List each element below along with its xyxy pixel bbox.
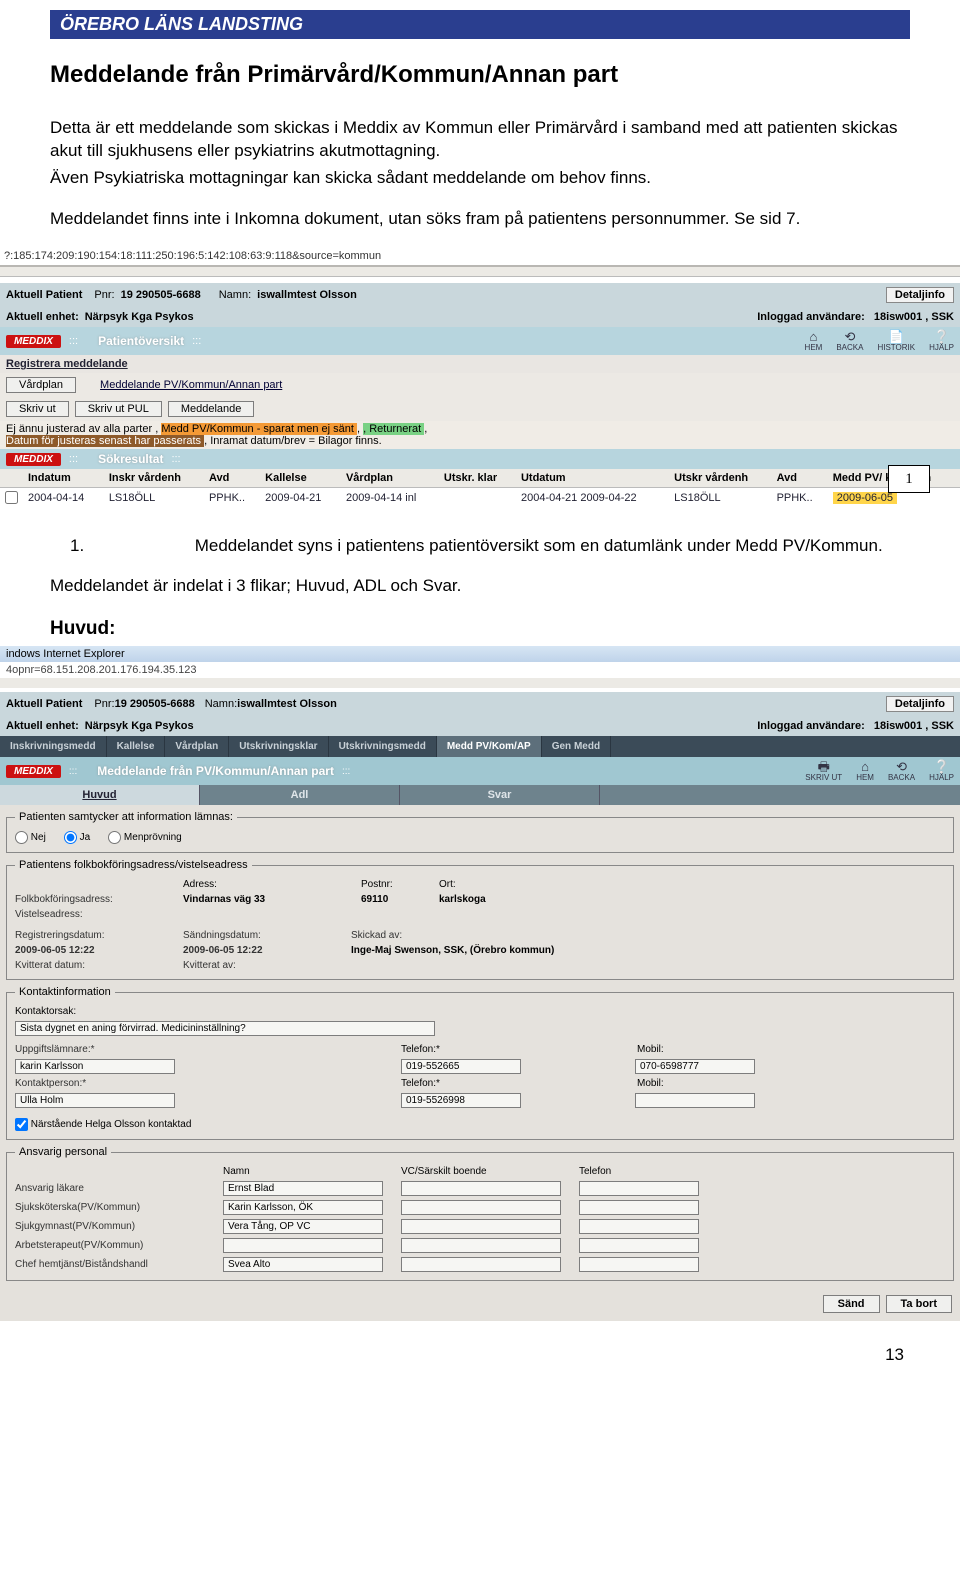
meddix-header-2: MEDDIX ::: Meddelande från PV/Kommun/Ann…: [0, 757, 960, 785]
detail-info-button-2[interactable]: Detaljinfo: [886, 696, 954, 712]
tel2-input[interactable]: 019-5526998: [401, 1093, 521, 1108]
meddelande-button[interactable]: Meddelande: [168, 401, 255, 417]
tel1-input[interactable]: 019-552665: [401, 1059, 521, 1074]
tab-vardplan[interactable]: Vårdplan: [165, 736, 229, 757]
screenshot-huvud-tab: indows Internet Explorer 4opnr=68.151.20…: [0, 646, 960, 1321]
patient-bar-2: Aktuell Patient Pnr: 19 290505-6688 Namn…: [0, 692, 960, 716]
delete-button[interactable]: Ta bort: [886, 1295, 952, 1313]
ansv-lakare-input[interactable]: Ernst Blad: [223, 1181, 383, 1196]
tab-kallelse[interactable]: Kallelse: [107, 736, 166, 757]
home-icon-2[interactable]: ⌂HEM: [856, 760, 874, 782]
medd-pv-date-link[interactable]: 2009-06-05: [833, 492, 897, 504]
radio-ja[interactable]: Ja: [64, 831, 90, 844]
back-icon[interactable]: ⟲BACKA: [836, 330, 863, 352]
tabs-info: Meddelandet är indelat i 3 flikar; Huvud…: [50, 576, 910, 596]
sjuksk-input[interactable]: Karin Karlsson, ÖK: [223, 1200, 383, 1215]
print-button[interactable]: Skriv ut: [6, 401, 69, 417]
send-button[interactable]: Sänd: [823, 1295, 880, 1313]
sub-tabs: Huvud Adl Svar: [0, 785, 960, 805]
personnel-fieldset: Ansvarig personal Namn VC/Särskilt boend…: [6, 1146, 954, 1281]
window-title: indows Internet Explorer: [0, 646, 960, 662]
patient-bar: Aktuell Patient Pnr: 19 290505-6688 Namn…: [0, 283, 960, 307]
address-fieldset: Patientens folkbokföringsadress/vistelse…: [6, 859, 954, 980]
mob1-input[interactable]: 070-6598777: [635, 1059, 755, 1074]
table-row[interactable]: 2004-04-14 LS18ÖLL PPHK.. 2009-04-21 200…: [0, 488, 960, 508]
help-icon-2[interactable]: ❔HJÄLP: [929, 760, 954, 782]
address-bar: ?:185:174:209:190:154:18:111:250:196:5:1…: [0, 247, 960, 267]
contact-fieldset: Kontaktinformation Kontaktorsak: Sista d…: [6, 986, 954, 1140]
history-icon[interactable]: 📄HISTORIK: [877, 330, 915, 352]
sjukgym-input[interactable]: Vera Tång, OP VC: [223, 1219, 383, 1234]
arbetster-input[interactable]: [223, 1238, 383, 1253]
upplamn-input[interactable]: karin Karlsson: [15, 1059, 175, 1074]
print-icon[interactable]: 🖶SKRIV UT: [805, 760, 842, 782]
address-bar-2: 4opnr=68.151.208.201.176.194.35.123: [0, 662, 960, 678]
tab-utskrivningsklar[interactable]: Utskrivningsklar: [229, 736, 328, 757]
subtab-svar[interactable]: Svar: [400, 785, 600, 805]
meddix-header: MEDDIX ::: Patientöversikt ::: ⌂HEM ⟲BAC…: [0, 327, 960, 355]
screenshot-patient-overview: ?:185:174:209:190:154:18:111:250:196:5:1…: [0, 247, 960, 507]
para-3: Meddelandet finns inte i Inkomna dokumen…: [50, 208, 910, 231]
subtab-huvud[interactable]: Huvud: [0, 785, 200, 805]
tab-medd-pv-kom[interactable]: Medd PV/Kom/AP: [437, 736, 542, 757]
row-checkbox[interactable]: [5, 491, 18, 504]
consent-fieldset: Patienten samtycker att information lämn…: [6, 811, 954, 853]
home-icon[interactable]: ⌂HEM: [805, 330, 823, 352]
org-banner: ÖREBRO LÄNS LANDSTING: [50, 10, 910, 39]
subtab-adl[interactable]: Adl: [200, 785, 400, 805]
huvud-heading: Huvud:: [50, 618, 960, 640]
tab-gen-medd[interactable]: Gen Medd: [542, 736, 611, 757]
detail-info-button[interactable]: Detaljinfo: [886, 287, 954, 303]
sokresultat-bar: MEDDIX ::: Sökresultat :::: [0, 449, 960, 469]
main-tabs: Inskrivningsmedd Kallelse Vårdplan Utskr…: [0, 736, 960, 757]
register-message-link[interactable]: Registrera meddelande: [6, 358, 128, 370]
list-num-1: 1.: [70, 535, 190, 558]
unit-bar-2: Aktuell enhet: Närpsyk Kga Psykos Inlogg…: [0, 716, 960, 736]
meddix-logo: MEDDIX: [6, 335, 61, 348]
results-table: Indatum Inskr vårdenh Avd Kallelse Vårdp…: [0, 469, 960, 507]
kontaktorsak-input[interactable]: Sista dygnet en aning förvirrad. Medicin…: [15, 1021, 435, 1036]
mob2-input[interactable]: [635, 1093, 755, 1108]
help-icon[interactable]: ❔HJÄLP: [929, 330, 954, 352]
back-icon-2[interactable]: ⟲BACKA: [888, 760, 915, 782]
callout-1: 1: [888, 465, 930, 493]
chef-input[interactable]: Svea Alto: [223, 1257, 383, 1272]
radio-men[interactable]: Menprövning: [108, 831, 182, 844]
list-text-1: Meddelandet syns i patientens patientöve…: [195, 536, 883, 555]
tab-utskrivningsmedd[interactable]: Utskrivningsmedd: [329, 736, 437, 757]
radio-nej[interactable]: Nej: [15, 831, 46, 844]
para-2: Även Psykiatriska mottagningar kan skick…: [50, 167, 910, 190]
tab-inskrivningsmedd[interactable]: Inskrivningsmedd: [0, 736, 107, 757]
page-number: 13: [0, 1321, 960, 1375]
page-title: Meddelande från Primärvård/Kommun/Annan …: [50, 59, 910, 91]
unit-bar: Aktuell enhet: Närpsyk Kga Psykos Inlogg…: [0, 307, 960, 327]
narstaende-checkbox[interactable]: Närstående Helga Olsson kontaktad: [15, 1118, 191, 1131]
print-pul-button[interactable]: Skriv ut PUL: [75, 401, 162, 417]
vardplan-button[interactable]: Vårdplan: [6, 377, 76, 393]
meddelande-pv-link[interactable]: Meddelande PV/Kommun/Annan part: [100, 379, 282, 391]
kontp-input[interactable]: Ulla Holm: [15, 1093, 175, 1108]
para-1: Detta är ett meddelande som skickas i Me…: [50, 117, 910, 163]
status-legend: Ej ännu justerad av alla parter , Medd P…: [0, 421, 960, 449]
